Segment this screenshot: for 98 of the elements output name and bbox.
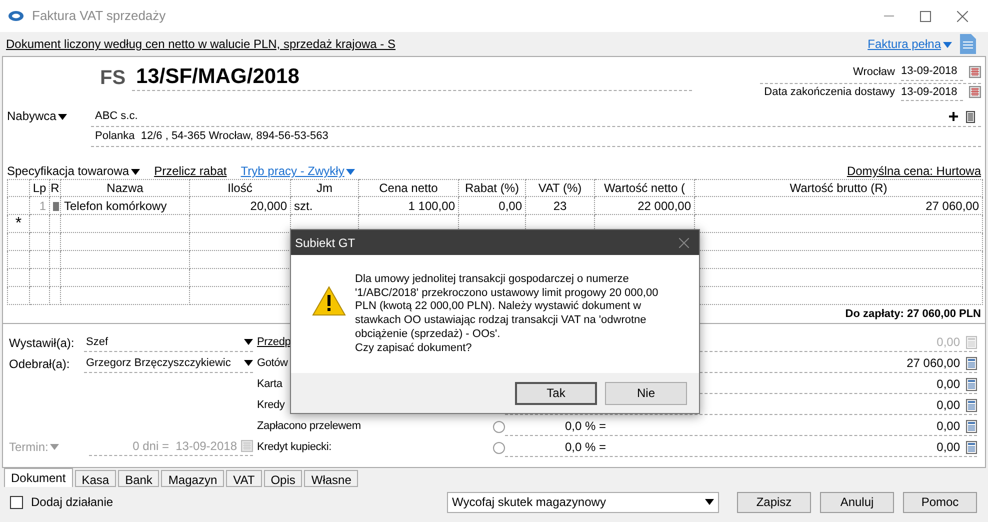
payment-amount: 0,00 (936, 418, 960, 435)
tab[interactable]: Opis (264, 470, 302, 487)
caret-icon (58, 114, 68, 120)
column-header[interactable]: Rabat (%) (458, 180, 526, 196)
payment-amount: 0,00 (936, 397, 960, 414)
calendar-icon[interactable] (969, 66, 981, 78)
footer-button[interactable]: Zapisz (737, 492, 811, 512)
buyer-name: ABC s.c. (95, 109, 138, 124)
caret-icon (705, 499, 714, 505)
column-header[interactable]: Cena netto (358, 180, 458, 196)
caret-icon (346, 168, 356, 175)
tab[interactable]: Magazyn (161, 470, 224, 487)
payment-label: Zapłacono przelewem (257, 419, 361, 434)
payment-amount: 27 060,00 (906, 355, 960, 372)
table-cell: 22 000,00 (594, 196, 694, 214)
new-row-marker[interactable]: * (8, 214, 30, 232)
dialog-message: Dla umowy jednolitej transakcji gospodarczej o numerze '1/ABC/2018' przekroczono ustawowy limit progowy 20 000,00 PLN (kwotą 22 000,00 PLN). Należy wystawić dokument w stawkach OO ustawiając rodzaj transakcji VAT na 'odwrotne obciążenie (sprzedaż) - OOs'. Czy zapisać dokument? (355, 273, 658, 356)
tab[interactable]: VAT (226, 470, 262, 487)
column-header[interactable]: Jm (290, 180, 358, 196)
doc-number: 13/SF/MAG/2018 (132, 63, 692, 91)
person-label: Wystawił(a): (9, 334, 76, 352)
action-dropdown[interactable]: Wycofaj skutek magazynowy (447, 492, 719, 512)
column-header[interactable]: Wartość brutto (R) (694, 180, 982, 196)
default-price-link[interactable]: Domyślna cena: Hurtowa (846, 162, 981, 180)
payment-amount: 0,00 (936, 376, 960, 393)
radio-button[interactable] (493, 442, 505, 454)
buyer-dropdown[interactable]: Nabywca (7, 107, 91, 125)
table-cell: 23 (526, 196, 594, 214)
calculator-icon[interactable] (966, 378, 977, 390)
footer-button[interactable]: Pomoc (903, 492, 977, 512)
tab[interactable]: Własne (304, 470, 358, 487)
tab[interactable]: Kasa (74, 470, 116, 487)
list-icon[interactable] (966, 110, 975, 122)
caret-icon (131, 168, 140, 175)
issue-date-field[interactable]: 13-09-2018 (901, 63, 963, 80)
table-cell: szt. (290, 196, 358, 214)
add-icon[interactable] (949, 112, 958, 121)
column-header[interactable]: Nazwa (60, 180, 190, 196)
table-cell: 20,000 (190, 196, 290, 214)
checkbox[interactable] (10, 496, 23, 508)
toolbar-link[interactable]: Tryb pracy - Zwykły (240, 162, 356, 180)
buyer-address: Polanka 12/6 , 54-365 Wrocław, 894-56-53-563 (95, 129, 328, 144)
person-dropdown[interactable]: Grzegorz Brzęczyszczykiewic (84, 354, 253, 373)
delivery-date-field[interactable]: 13-09-2018 (901, 84, 963, 101)
person-label: Odebrał(a): (9, 356, 71, 372)
place-label: Wrocław (853, 64, 895, 80)
toolbar-link[interactable]: Przelicz rabat (154, 162, 227, 180)
column-header[interactable]: R (50, 180, 60, 196)
column-header[interactable]: Lp (30, 180, 50, 196)
app-logo-icon (8, 10, 24, 22)
dialog-button[interactable]: Nie (605, 382, 687, 404)
dialog-button[interactable]: Tak (515, 382, 597, 404)
payment-label: Kredy (257, 398, 285, 414)
radio-button[interactable] (493, 420, 505, 432)
term-days: 0 dni = (132, 437, 169, 455)
tab[interactable]: Bank (118, 470, 160, 487)
column-header[interactable]: VAT (%) (526, 180, 594, 196)
payment-label: Gotów (257, 356, 288, 372)
term-date: 13-09-2018 (174, 438, 237, 455)
warning-icon (312, 286, 346, 316)
close-icon[interactable] (957, 10, 968, 22)
toolbar-link[interactable]: Specyfikacja towarowa (7, 162, 140, 180)
percent-value: 0,0 % = (565, 439, 606, 456)
window-title: Faktura VAT sprzedaży (32, 7, 166, 26)
percent-value: 0,0 % = (565, 418, 606, 435)
payment-amount: 0,00 (936, 334, 960, 351)
caret-icon (943, 42, 952, 48)
calculator-icon[interactable] (966, 398, 977, 412)
caret-icon (244, 360, 253, 366)
column-header[interactable]: Wartość netto ( (594, 180, 694, 196)
calendar-icon[interactable] (969, 86, 981, 98)
calculator-icon[interactable] (966, 440, 977, 454)
doc-type: FS (99, 66, 127, 91)
checkbox-label: Dodaj działanie (31, 494, 114, 511)
table-cell: Telefon komórkowy (60, 196, 190, 214)
payment-amount: 0,00 (936, 439, 960, 456)
caret-icon (50, 444, 60, 450)
calculator-icon[interactable] (966, 420, 977, 432)
payment-label: Karta (257, 377, 282, 392)
table-cell: 0,00 (458, 196, 526, 214)
table-cell: 1 100,00 (358, 196, 458, 214)
footer-button[interactable]: Anuluj (820, 492, 894, 512)
calculator-icon[interactable] (966, 356, 977, 370)
caret-icon (244, 339, 253, 345)
close-icon[interactable] (679, 238, 689, 248)
dialog-title: Subiekt GT (295, 234, 356, 252)
maximize-icon[interactable] (920, 10, 931, 22)
total-due: Do zapłaty: 27 060,00 PLN (845, 306, 981, 322)
payment-label: Kredyt kupiecki: (257, 440, 332, 456)
table-cell: 1 (30, 196, 50, 214)
delivery-date-label: Data zakończenia dostawy (764, 85, 895, 100)
invoice-type-link[interactable]: Faktura pełna (868, 35, 952, 53)
pricing-info-link[interactable]: Dokument liczony według cen netto w walucie PLN, sprzedaż krajowa - S (6, 35, 396, 53)
tab[interactable]: Dokument (4, 468, 73, 487)
person-dropdown[interactable]: Szef (84, 333, 253, 352)
table-cell: 27 060,00 (694, 196, 982, 214)
column-header[interactable]: Ilość (190, 180, 290, 196)
document-icon[interactable] (960, 34, 976, 54)
